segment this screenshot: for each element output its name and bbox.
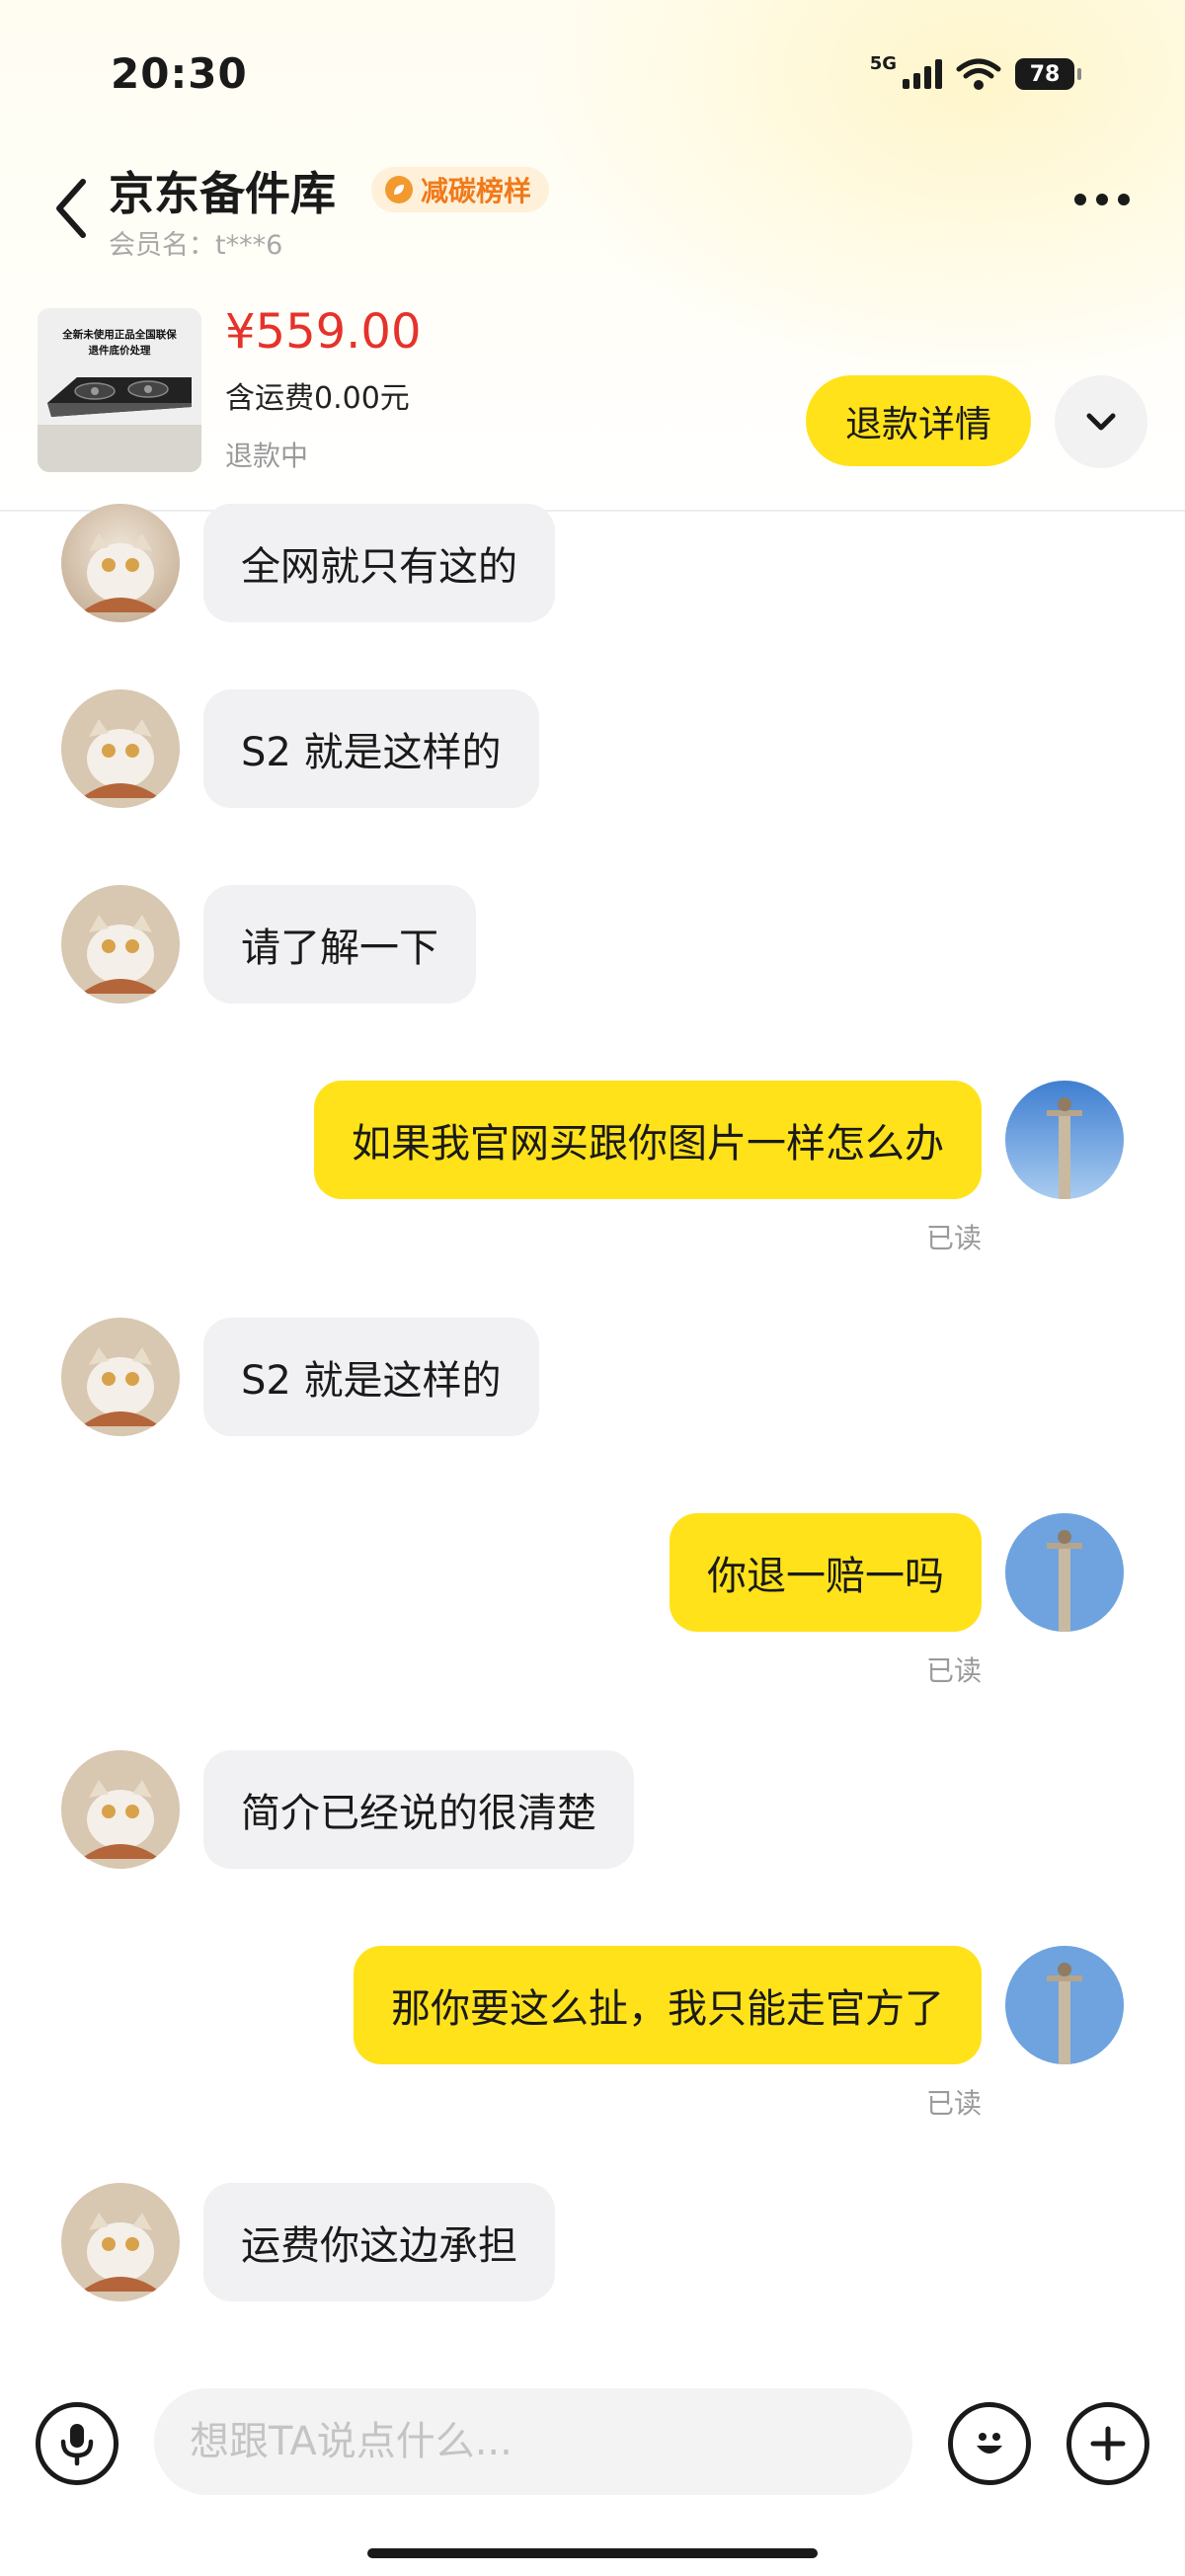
shop-name[interactable]: 京东备件库 xyxy=(109,158,336,223)
read-receipt: 已读 xyxy=(925,1654,982,1687)
more-dot xyxy=(1096,194,1108,205)
home-indicator[interactable] xyxy=(367,2548,818,2558)
status-icons: 5G 78 xyxy=(870,53,1081,91)
product-status: 退款中 xyxy=(225,440,309,472)
seller-avatar[interactable] xyxy=(61,689,180,808)
member-name: 会员名：t***6 xyxy=(109,230,283,261)
emoji-button[interactable] xyxy=(948,2402,1031,2485)
message-bubble[interactable]: 那你要这么扯，我只能走官方了 xyxy=(354,1946,982,2064)
message-row: 那你要这么扯，我只能走官方了 已读 xyxy=(0,1946,1185,2120)
user-avatar[interactable] xyxy=(1005,1081,1124,1199)
chevron-down-icon xyxy=(1086,413,1116,431)
message-bubble[interactable]: 简介已经说的很清楚 xyxy=(203,1750,634,1869)
message-row: S2 就是这样的 xyxy=(0,689,1185,818)
message-row: 你退一赔一吗 已读 xyxy=(0,1513,1185,1687)
message-bubble[interactable]: S2 就是这样的 xyxy=(203,1318,539,1436)
more-dots-icon xyxy=(1074,194,1086,205)
thumb-caption-2: 退件底价处理 xyxy=(89,344,151,357)
product-shipping: 含运费0.00元 xyxy=(225,381,410,416)
more-button[interactable] xyxy=(1074,194,1130,205)
status-time: 20:30 xyxy=(111,49,248,98)
message-row: 运费你这边承担 xyxy=(0,2183,1185,2311)
leaf-icon xyxy=(385,176,413,203)
message-bubble[interactable]: 运费你这边承担 xyxy=(203,2183,555,2301)
wifi-icon xyxy=(956,58,1001,90)
seller-avatar[interactable] xyxy=(61,885,180,1004)
seller-avatar[interactable] xyxy=(61,1750,180,1869)
read-receipt: 已读 xyxy=(925,2087,982,2120)
expand-button[interactable] xyxy=(1055,375,1147,468)
seller-avatar[interactable] xyxy=(61,2183,180,2301)
voice-button[interactable] xyxy=(36,2402,118,2485)
message-row: S2 就是这样的 xyxy=(0,1318,1185,1446)
user-avatar[interactable] xyxy=(1005,1946,1124,2064)
seller-avatar[interactable] xyxy=(61,1318,180,1436)
message-row: 请了解一下 xyxy=(0,885,1185,1013)
message-row: 全网就只有这的 xyxy=(0,492,1185,622)
message-row: 简介已经说的很清楚 xyxy=(0,1750,1185,1879)
user-avatar[interactable] xyxy=(1005,1513,1124,1632)
shop-badge-label: 减碳榜样 xyxy=(421,175,532,207)
chevron-left-icon xyxy=(56,179,86,238)
message-input[interactable] xyxy=(154,2388,912,2495)
message-bubble[interactable]: 如果我官网买跟你图片一样怎么办 xyxy=(314,1081,982,1199)
plus-icon xyxy=(1090,2426,1126,2461)
back-button[interactable] xyxy=(47,174,97,243)
product-price: ¥559.00 xyxy=(225,304,422,360)
read-receipt: 已读 xyxy=(925,1222,982,1254)
emoji-icon xyxy=(977,2433,1002,2454)
message-bubble[interactable]: S2 就是这样的 xyxy=(203,689,539,808)
thumb-caption-1: 全新未使用正品全国联保 xyxy=(61,328,177,341)
plus-button[interactable] xyxy=(1066,2402,1149,2485)
microphone-icon xyxy=(60,2424,94,2466)
message-bubble[interactable]: 全网就只有这的 xyxy=(203,504,555,622)
network-label: 5G xyxy=(869,52,897,74)
signal-icon xyxy=(903,59,942,89)
battery-icon: 78 xyxy=(1015,58,1081,90)
message-bubble[interactable]: 你退一赔一吗 xyxy=(670,1513,982,1632)
more-dot xyxy=(1118,194,1130,205)
seller-avatar[interactable] xyxy=(61,504,180,622)
refund-details-button[interactable]: 退款详情 xyxy=(806,375,1031,466)
message-bubble[interactable]: 请了解一下 xyxy=(203,885,476,1004)
product-image: 全新未使用正品全国联保 退件底价处理 xyxy=(38,308,201,472)
product-thumbnail[interactable]: 全新未使用正品全国联保 退件底价处理 xyxy=(38,308,201,472)
shop-badge[interactable]: 减碳榜样 xyxy=(371,167,550,212)
message-row: 如果我官网买跟你图片一样怎么办 已读 xyxy=(0,1081,1185,1254)
